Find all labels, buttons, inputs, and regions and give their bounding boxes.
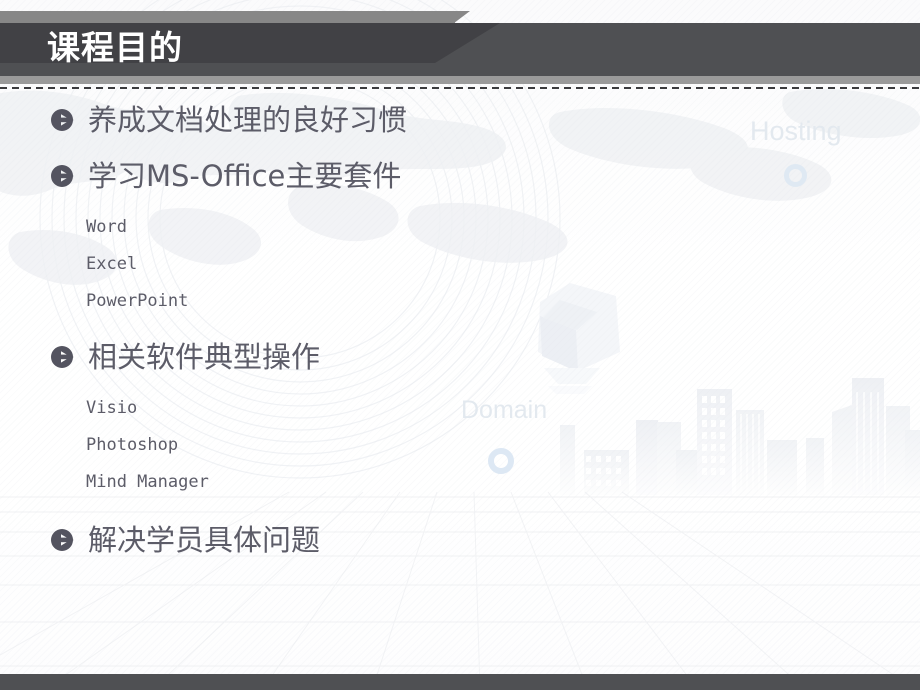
list-item[interactable]: 学习MS-Office主要套件 [0,152,920,200]
page-title: 课程目的 [47,28,183,67]
header-underline-strip [0,76,920,84]
slide-canvas: Hosting Domain 课程目的 养成文档处理的良好习惯 学习MS-Off… [0,0,920,690]
circle-arrow-bullet-icon [51,165,74,187]
list-item-label: 学习MS-Office主要套件 [88,159,402,193]
circle-arrow-bullet-icon [51,109,74,131]
sub-list-item-label: Photoshop [86,434,179,455]
list-item[interactable]: 养成文档处理的良好习惯 [0,96,920,144]
circle-arrow-bullet-icon [51,529,74,551]
sub-list-item-label: Word [86,216,127,237]
sub-list-item[interactable]: Photoshop [0,426,920,463]
circle-arrow-bullet-icon [51,346,74,368]
sub-list-item[interactable]: Visio [0,389,920,426]
header-dashed-separator [0,87,920,89]
list-item[interactable]: 解决学员具体问题 [0,516,920,564]
sub-list-item[interactable]: Mind Manager [0,463,920,500]
list-item-label: 相关软件典型操作 [88,340,321,374]
sub-list-item-label: PowerPoint [86,290,189,311]
header-top-strip [0,11,455,23]
outline-list: 养成文档处理的良好习惯 学习MS-Office主要套件 Word Excel P… [0,96,920,564]
sub-list-item[interactable]: Word [0,208,920,245]
sub-list-item[interactable]: Excel [0,245,920,282]
slide-bottom-bar [0,674,920,690]
list-item[interactable]: 相关软件典型操作 [0,333,920,381]
list-item-label: 养成文档处理的良好习惯 [88,103,408,137]
slide-header: 课程目的 [0,0,920,90]
sub-list-item[interactable]: PowerPoint [0,282,920,319]
sub-list-item-label: Excel [86,253,138,274]
sub-list-item-label: Visio [86,397,138,418]
sub-list-item-label: Mind Manager [86,471,209,492]
list-item-label: 解决学员具体问题 [88,523,321,557]
header-top-strip-slant [440,11,470,23]
